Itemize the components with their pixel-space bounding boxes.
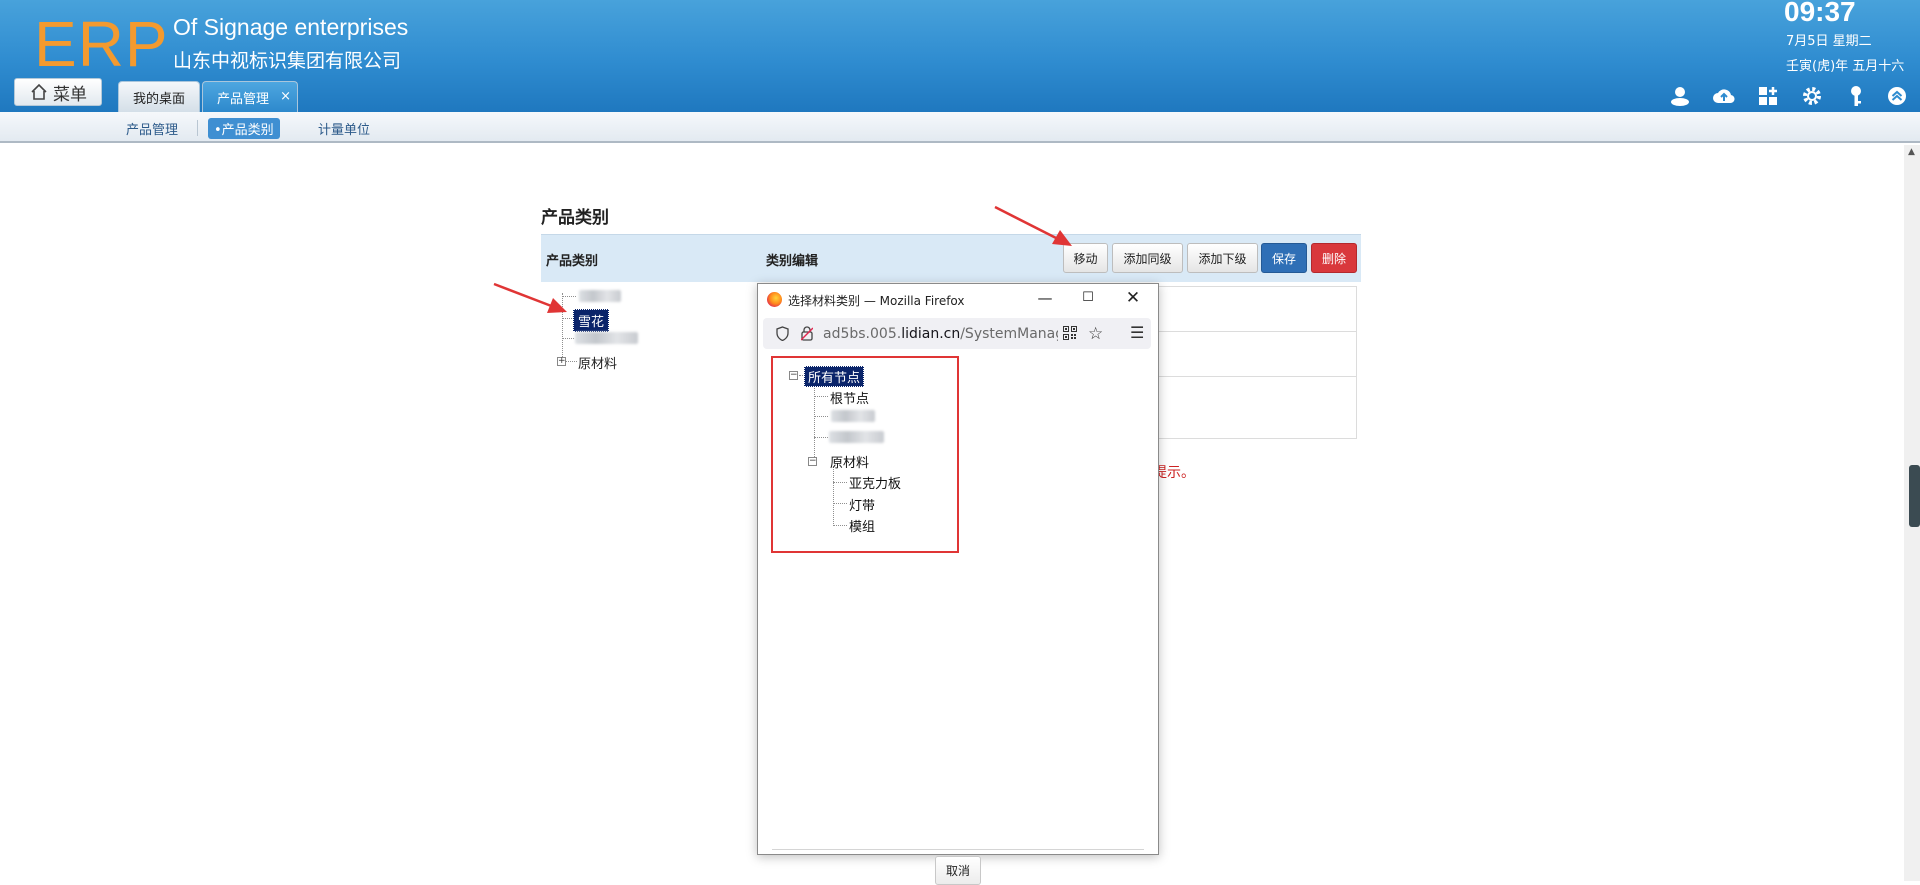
qr-code-icon[interactable] <box>1063 326 1077 340</box>
tree-connector-line <box>814 416 828 417</box>
tree-item-root-node[interactable]: 根节点 <box>830 388 869 407</box>
sub-navigation: 产品管理 •产品类别 计量单位 <box>0 112 1920 143</box>
tree-item-redacted[interactable] <box>829 431 884 443</box>
erp-logo: ERP <box>34 8 169 80</box>
tree-connector-line <box>814 396 828 397</box>
popup-titlebar[interactable]: 选择材料类别 — Mozilla Firefox — ☐ ✕ <box>758 284 1158 313</box>
clock-lunar-date: 壬寅(虎)年 五月十六 <box>1786 59 1905 74</box>
tree-connector-line <box>799 375 803 376</box>
subnav-separator <box>197 120 198 136</box>
shield-icon[interactable] <box>776 326 789 341</box>
address-bar[interactable]: ad5bs.005.lidian.cn/SystemManage ☆ ☰ <box>763 318 1151 349</box>
subnav-unit-of-measure[interactable]: 计量单位 <box>312 118 376 139</box>
tree-collapse-icon[interactable]: − <box>808 457 817 466</box>
delete-button[interactable]: 删除 <box>1311 243 1357 273</box>
popup-content: − 所有节点 根节点 − 原材料 亚克力板 灯带 模组 取消 <box>758 354 1158 885</box>
tree-item-selected[interactable]: 雪花 <box>573 309 610 332</box>
company-name-cn: 山东中视标识集团有限公司 <box>173 50 402 72</box>
hamburger-menu-icon[interactable]: ☰ <box>1130 323 1144 342</box>
menu-label: 菜单 <box>53 84 87 105</box>
edit-form-row[interactable] <box>1152 286 1357 332</box>
column-header-edit: 类别编辑 <box>766 254 819 269</box>
page-title: 产品类别 <box>541 208 609 228</box>
tree-item-light-strip[interactable]: 灯带 <box>849 495 875 514</box>
menu-button[interactable]: 菜单 <box>14 78 102 106</box>
minimize-icon[interactable]: — <box>1031 287 1059 309</box>
tree-expand-icon[interactable]: + <box>557 357 566 366</box>
tree-item-raw-materials[interactable]: 原材料 <box>578 353 617 372</box>
close-icon[interactable]: ✕ <box>1119 287 1147 309</box>
scroll-up-arrow-icon[interactable]: ▲ <box>1908 147 1915 157</box>
edit-form-row[interactable] <box>1152 377 1357 439</box>
url-path: /SystemManage <box>960 326 1058 342</box>
tree-item-redacted[interactable] <box>831 410 875 422</box>
tab-close-icon[interactable]: × <box>280 89 291 104</box>
clock-time: 09:37 <box>1784 0 1856 27</box>
tree-connector-line <box>833 525 847 526</box>
tree-connector-line <box>562 296 576 297</box>
add-sibling-button[interactable]: 添加同级 <box>1112 243 1183 273</box>
app-header: ERP Of Signage enterprises 山东中视标识集团有限公司 … <box>0 0 1920 112</box>
subnav-product-management[interactable]: 产品管理 <box>120 118 184 139</box>
popup-window-title: 选择材料类别 — Mozilla Firefox <box>788 294 965 308</box>
tree-connector-line <box>814 380 815 463</box>
gear-icon[interactable] <box>1800 84 1824 108</box>
scrollbar-thumb[interactable] <box>1909 465 1920 527</box>
tree-item-redacted[interactable] <box>575 332 638 344</box>
tree-connector-line <box>833 467 834 526</box>
edit-form-row[interactable] <box>1152 332 1357 377</box>
grid-add-icon[interactable] <box>1756 84 1780 108</box>
url-text[interactable]: ad5bs.005.lidian.cn/SystemManage <box>823 326 1058 343</box>
bookmark-star-icon[interactable]: ☆ <box>1088 324 1103 344</box>
tree-connector-line <box>562 293 563 361</box>
select-category-popup-window: 选择材料类别 — Mozilla Firefox — ☐ ✕ ad5bs.005… <box>757 283 1159 885</box>
tree-connector-line <box>833 482 847 483</box>
tree-connector-line <box>562 338 574 339</box>
cloud-upload-icon[interactable] <box>1712 84 1736 108</box>
popup-divider <box>772 849 1144 850</box>
insecure-lock-icon[interactable] <box>801 326 813 341</box>
annotation-arrow-selected-item <box>493 282 567 313</box>
user-icon[interactable] <box>1668 84 1692 108</box>
url-domain: lidian.cn <box>901 326 961 342</box>
tab-label: 我的桌面 <box>132 91 185 107</box>
tab-my-desktop[interactable]: 我的桌面 <box>118 81 200 112</box>
tree-connector-line <box>562 318 572 319</box>
collapse-up-icon[interactable] <box>1885 84 1909 108</box>
tree-connector-line <box>566 361 577 362</box>
tab-label: 产品管理 <box>216 91 269 107</box>
save-button[interactable]: 保存 <box>1261 243 1307 273</box>
tree-item-acrylic-board[interactable]: 亚克力板 <box>849 473 901 492</box>
firefox-logo-icon <box>767 292 782 307</box>
tab-product-management[interactable]: 产品管理 × <box>202 81 298 112</box>
tree-connector-line <box>833 503 847 504</box>
home-icon <box>31 83 47 100</box>
clock-date: 7月5日 星期二 <box>1786 34 1872 49</box>
tree-collapse-icon[interactable]: − <box>789 371 798 380</box>
tree-connector-line <box>814 437 828 438</box>
column-header-category: 产品类别 <box>546 254 599 269</box>
tree-item-all-nodes[interactable]: 所有节点 <box>804 366 865 387</box>
tree-item-redacted[interactable] <box>579 290 621 302</box>
tree-item-raw-materials[interactable]: 原材料 <box>830 452 869 471</box>
add-child-button[interactable]: 添加下级 <box>1187 243 1258 273</box>
key-icon[interactable] <box>1844 84 1868 108</box>
company-name-en: Of Signage enterprises <box>173 14 409 40</box>
hint-text: 提示。 <box>1153 465 1195 481</box>
tree-item-module[interactable]: 模组 <box>849 516 875 535</box>
url-prefix: ad5bs.005. <box>823 326 902 342</box>
maximize-icon[interactable]: ☐ <box>1074 287 1102 309</box>
subnav-product-category[interactable]: •产品类别 <box>208 118 280 139</box>
move-button[interactable]: 移动 <box>1063 243 1108 273</box>
